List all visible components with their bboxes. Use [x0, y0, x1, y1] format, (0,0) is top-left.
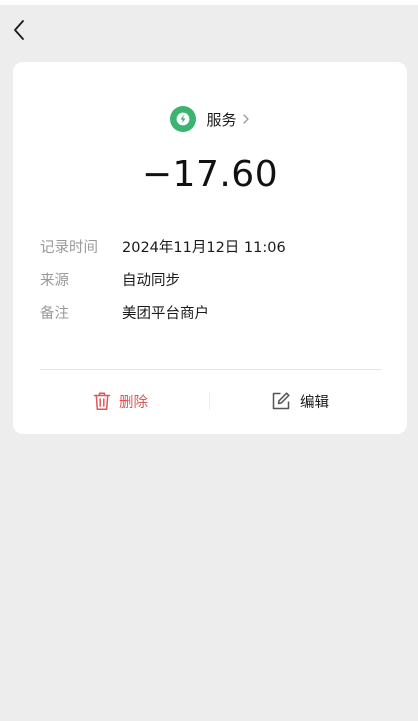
delete-label: 删除	[119, 394, 148, 411]
transaction-detail-card: 服务 −17.60 记录时间 2024年11月12日 11:06 来源 自动同步…	[13, 62, 407, 434]
detail-key: 来源	[40, 273, 69, 289]
status-bar-strip	[0, 0, 418, 5]
transaction-amount: −17.60	[141, 154, 279, 195]
detail-key: 备注	[40, 306, 69, 322]
detail-value: 自动同步	[122, 273, 180, 289]
detail-value: 美团平台商户	[122, 306, 209, 322]
action-separator	[209, 392, 210, 410]
delete-button[interactable]: 删除	[93, 388, 148, 414]
chevron-right-icon	[242, 113, 250, 125]
detail-row-source: 来源 自动同步	[40, 269, 180, 290]
trash-icon	[93, 391, 111, 411]
category-link[interactable]: 服务	[13, 106, 407, 132]
edit-label: 编辑	[300, 394, 329, 411]
lightning-icon	[170, 106, 197, 132]
detail-key: 记录时间	[40, 240, 98, 256]
chevron-left-icon	[12, 19, 26, 41]
action-bar: 删除 编辑	[13, 388, 407, 414]
divider	[40, 369, 381, 370]
edit-button[interactable]: 编辑	[271, 388, 329, 414]
edit-icon	[271, 391, 291, 411]
category-label: 服务	[206, 110, 237, 129]
detail-value: 2024年11月12日 11:06	[122, 240, 286, 256]
detail-row-time: 记录时间 2024年11月12日 11:06	[40, 236, 286, 257]
back-button[interactable]	[6, 16, 32, 44]
detail-row-note: 备注 美团平台商户	[40, 302, 209, 323]
